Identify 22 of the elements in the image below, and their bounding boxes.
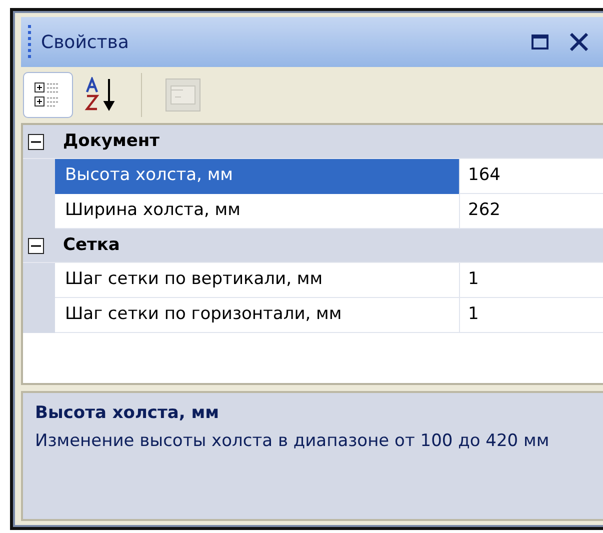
- categorized-button[interactable]: [23, 72, 73, 118]
- description-title: Высота холста, мм: [35, 402, 220, 425]
- property-name[interactable]: Шаг сетки по вертикали, мм: [55, 263, 459, 298]
- property-value[interactable]: 1: [459, 298, 603, 333]
- property-value[interactable]: 1: [459, 263, 603, 298]
- property-pages-icon: [165, 78, 201, 112]
- property-name[interactable]: Ширина холста, мм: [55, 194, 459, 229]
- description-text: Изменение высоты холста в диапазоне от 100 до 420 мм: [35, 430, 550, 452]
- property-name[interactable]: Высота холста, мм: [55, 159, 459, 194]
- category-row[interactable]: Сетка: [23, 229, 603, 263]
- category-label: Документ: [63, 130, 160, 153]
- collapse-icon[interactable]: [28, 238, 44, 254]
- collapse-icon[interactable]: [28, 134, 44, 150]
- maximize-icon[interactable]: [531, 34, 549, 50]
- category-label: Сетка: [63, 234, 120, 257]
- panel-title: Свойства: [41, 30, 129, 54]
- property-name[interactable]: Шаг сетки по горизонтали, мм: [55, 298, 459, 333]
- close-icon[interactable]: [569, 33, 589, 51]
- property-value[interactable]: 164: [459, 159, 603, 194]
- property-value[interactable]: 262: [459, 194, 603, 229]
- grip-icon[interactable]: [27, 25, 33, 59]
- category-row[interactable]: Документ: [23, 125, 603, 159]
